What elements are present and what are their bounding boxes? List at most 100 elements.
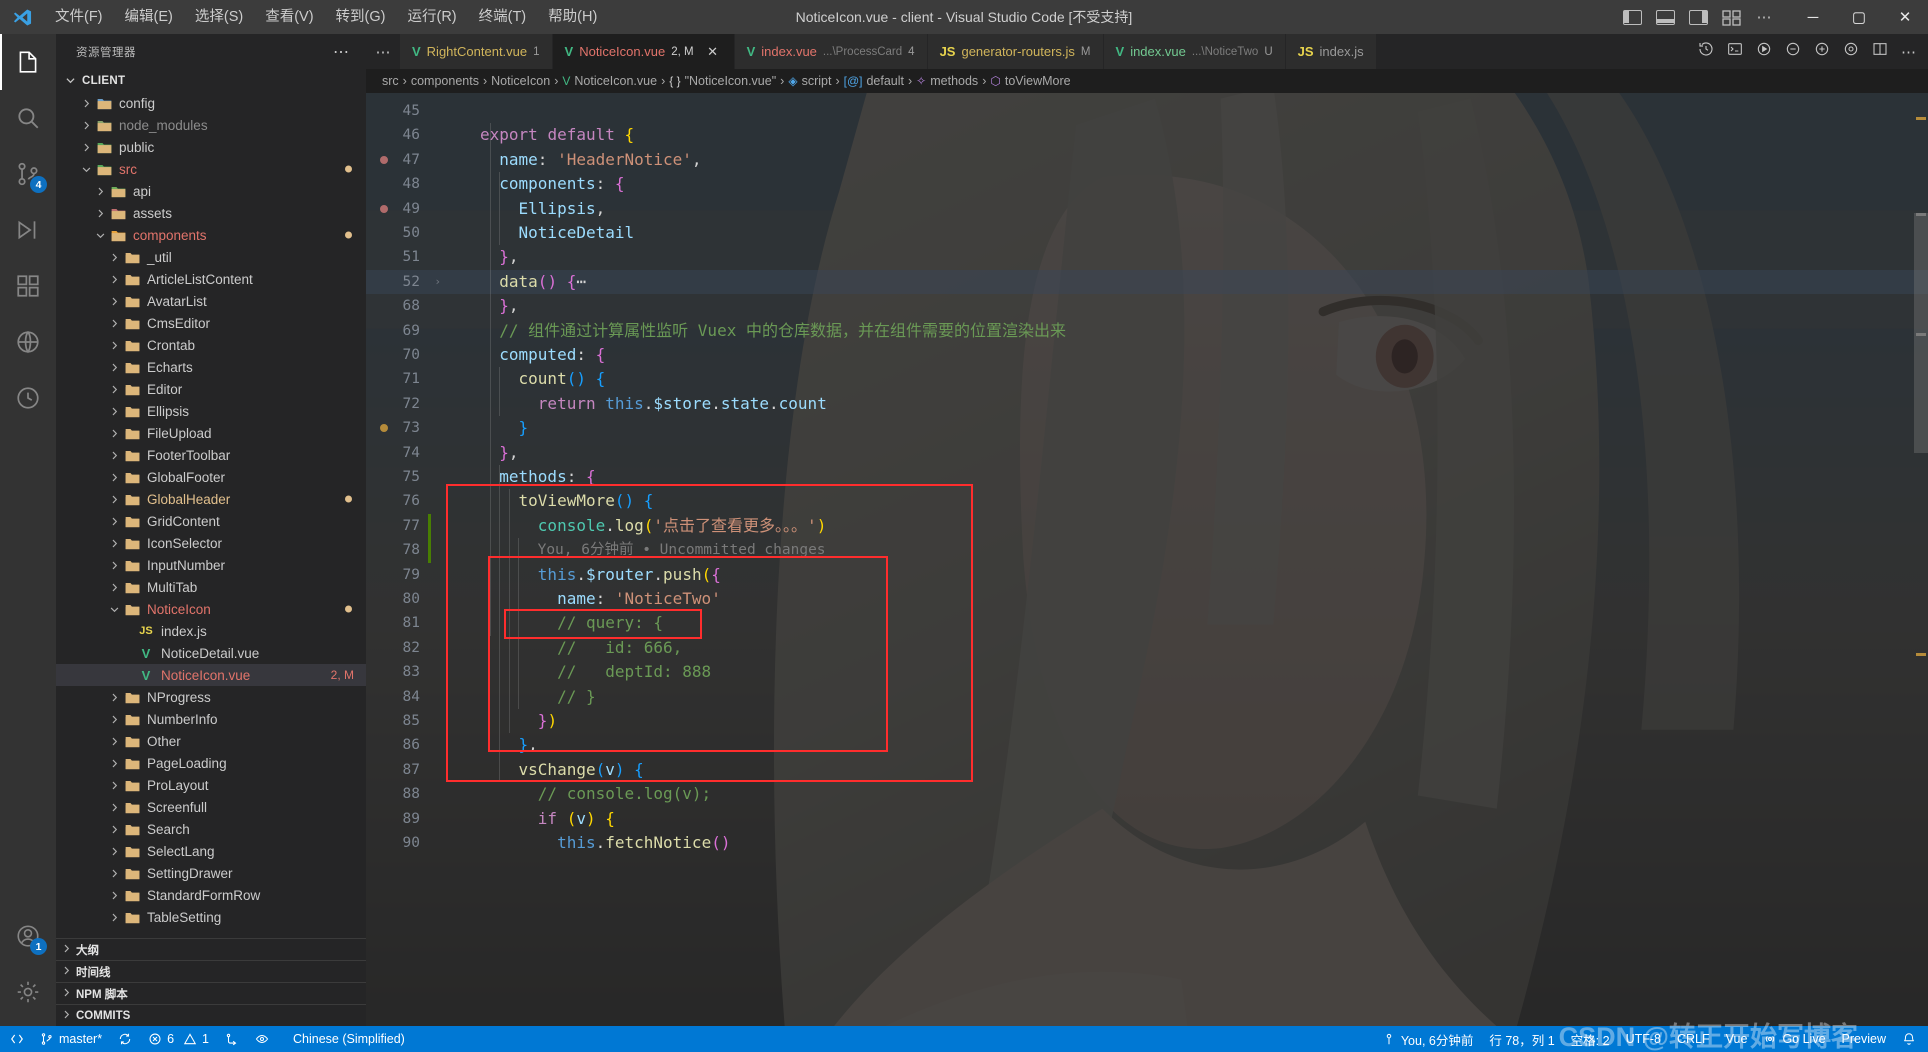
chevron-right-icon[interactable] xyxy=(106,759,122,768)
chevron-right-icon[interactable] xyxy=(92,187,108,196)
sidebar-more-actions-icon[interactable]: ⋯ xyxy=(333,42,358,62)
menu-item-4[interactable]: 转到(G) xyxy=(325,6,397,29)
code-line[interactable]: // } xyxy=(480,685,596,709)
tree-folder-row[interactable]: InputNumber xyxy=(56,554,366,576)
chevron-right-icon[interactable] xyxy=(106,341,122,350)
chevron-right-icon[interactable] xyxy=(106,583,122,592)
chevron-right-icon[interactable] xyxy=(106,561,122,570)
status-bar[interactable]: master* 6 1 Chinese (Simplified) You, 6分… xyxy=(0,1022,1928,1052)
chevron-right-icon[interactable] xyxy=(106,385,122,394)
customize-layout-icon[interactable] xyxy=(1722,9,1742,26)
chevron-right-icon[interactable] xyxy=(106,253,122,262)
tree-folder-row[interactable]: NoticeIcon xyxy=(56,598,366,620)
code-line[interactable]: // 组件通过计算属性监听 Vuex 中的仓库数据，并在组件需要的位置渲染出来 xyxy=(480,319,1066,343)
tree-folder-row[interactable]: src xyxy=(56,158,366,180)
menu-item-2[interactable]: 选择(S) xyxy=(184,6,254,29)
tree-folder-row[interactable]: Search xyxy=(56,818,366,840)
chevron-right-icon[interactable] xyxy=(106,297,122,306)
status-ports[interactable] xyxy=(217,1026,247,1052)
breadcrumb-item[interactable]: [@] default xyxy=(844,74,904,88)
menu-item-7[interactable]: 帮助(H) xyxy=(537,6,608,29)
tree-folder-row[interactable]: StandardFormRow xyxy=(56,884,366,906)
tree-folder-row[interactable]: GlobalHeader xyxy=(56,488,366,510)
tree-folder-row[interactable]: GridContent xyxy=(56,510,366,532)
breadcrumb[interactable]: src › components › NoticeIcon › V NoticeIcon.vu… xyxy=(366,69,1928,93)
chevron-right-icon[interactable] xyxy=(106,737,122,746)
breadcrumb-item[interactable]: { } "NoticeIcon.vue" xyxy=(669,74,776,88)
run-next-icon[interactable] xyxy=(1814,41,1830,62)
chevron-right-icon[interactable] xyxy=(106,803,122,812)
status-sync[interactable] xyxy=(110,1026,140,1052)
tree-folder-row[interactable]: _util xyxy=(56,246,366,268)
status-remote-indicator[interactable] xyxy=(0,1026,32,1052)
breadcrumb-item[interactable]: components xyxy=(411,74,479,88)
chevron-right-icon[interactable] xyxy=(106,539,122,548)
breadcrumb-item[interactable]: NoticeIcon xyxy=(491,74,550,88)
chevron-right-icon[interactable] xyxy=(78,121,94,130)
code-line[interactable]: // console.log(v); xyxy=(480,782,711,806)
chevron-right-icon[interactable] xyxy=(106,715,122,724)
more-actions-icon[interactable]: ⋯ xyxy=(1756,9,1772,26)
chevron-right-icon[interactable] xyxy=(106,517,122,526)
chevron-right-icon[interactable] xyxy=(106,429,122,438)
tree-folder-row[interactable]: AvatarList xyxy=(56,290,366,312)
sidebar-panel-3[interactable]: COMMITS xyxy=(56,1004,366,1026)
preview-icon[interactable] xyxy=(1843,41,1859,62)
status-language-chinese[interactable]: Chinese (Simplified) xyxy=(277,1026,413,1052)
explorer-root-row[interactable]: CLIENT xyxy=(56,69,366,92)
status-encoding[interactable]: UTF-8 xyxy=(1618,1026,1669,1052)
tree-folder-row[interactable]: Ellipsis xyxy=(56,400,366,422)
code-line[interactable]: NoticeDetail xyxy=(480,221,635,245)
code-lines[interactable]: export default { name: 'HeaderNotice', c… xyxy=(428,93,1928,1026)
code-line[interactable]: return this.$store.state.count xyxy=(480,392,827,416)
tree-folder-row[interactable]: Echarts xyxy=(56,356,366,378)
tree-file-row[interactable]: JS index.js xyxy=(56,620,366,642)
chevron-right-icon[interactable] xyxy=(106,473,122,482)
tree-folder-row[interactable]: ProLayout xyxy=(56,774,366,796)
activity-search-icon[interactable] xyxy=(0,90,56,146)
code-line[interactable]: this.fetchNotice() xyxy=(480,831,730,855)
code-line[interactable]: console.log('点击了查看更多。。。') xyxy=(480,514,827,538)
chevron-down-icon[interactable] xyxy=(92,231,108,240)
code-line[interactable]: } xyxy=(480,416,529,440)
maximize-button[interactable]: ▢ xyxy=(1836,0,1882,34)
split-editor-icon[interactable] xyxy=(1872,41,1888,62)
breadcrumb-item[interactable]: ⬡ toViewMore xyxy=(990,74,1070,88)
minimize-button[interactable]: ─ xyxy=(1790,0,1836,34)
code-line[interactable]: name: 'NoticeTwo' xyxy=(480,587,721,611)
activity-explorer-icon[interactable] xyxy=(0,34,56,90)
code-line[interactable]: }, xyxy=(480,245,518,269)
run-icon[interactable] xyxy=(1756,41,1772,62)
chevron-right-icon[interactable] xyxy=(106,407,122,416)
tree-folder-row[interactable]: Screenfull xyxy=(56,796,366,818)
timeline-icon[interactable] xyxy=(1698,41,1714,62)
chevron-right-icon[interactable] xyxy=(106,363,122,372)
activity-source-control-icon[interactable]: 4 xyxy=(0,146,56,202)
chevron-right-icon[interactable] xyxy=(106,451,122,460)
chevron-right-icon[interactable] xyxy=(106,319,122,328)
code-line[interactable]: methods: { xyxy=(480,465,595,489)
tree-folder-row[interactable]: api xyxy=(56,180,366,202)
chevron-down-icon[interactable] xyxy=(78,165,94,174)
sidebar-panel-1[interactable]: 时间线 xyxy=(56,960,366,982)
tree-file-row[interactable]: V NoticeIcon.vue 2, M xyxy=(56,664,366,686)
status-eol[interactable]: CRLF xyxy=(1669,1026,1718,1052)
chevron-right-icon[interactable] xyxy=(106,891,122,900)
chevron-right-icon[interactable] xyxy=(106,693,122,702)
chevron-right-icon[interactable] xyxy=(106,847,122,856)
status-problems[interactable]: 6 1 xyxy=(140,1026,217,1052)
status-indentation[interactable]: 空格: 2 xyxy=(1563,1026,1618,1052)
chevron-down-icon[interactable] xyxy=(106,605,122,614)
breadcrumb-item[interactable]: ✧ methods xyxy=(916,74,978,88)
tree-folder-row[interactable]: FileUpload xyxy=(56,422,366,444)
activity-accounts-icon[interactable]: 1 xyxy=(0,908,56,964)
code-line[interactable]: // query: { xyxy=(480,611,663,635)
status-live-preview[interactable]: Preview xyxy=(1834,1026,1894,1052)
sidebar-panel-0[interactable]: 大纲 xyxy=(56,938,366,960)
editor-tab[interactable]: V RightContent.vue 1 xyxy=(400,34,553,69)
breakpoint-icon[interactable] xyxy=(380,204,388,213)
breakpoint-icon[interactable] xyxy=(380,155,388,164)
code-line[interactable]: }, xyxy=(480,733,538,757)
code-line[interactable]: computed: { xyxy=(480,343,605,367)
split-terminal-icon[interactable] xyxy=(1727,41,1743,62)
